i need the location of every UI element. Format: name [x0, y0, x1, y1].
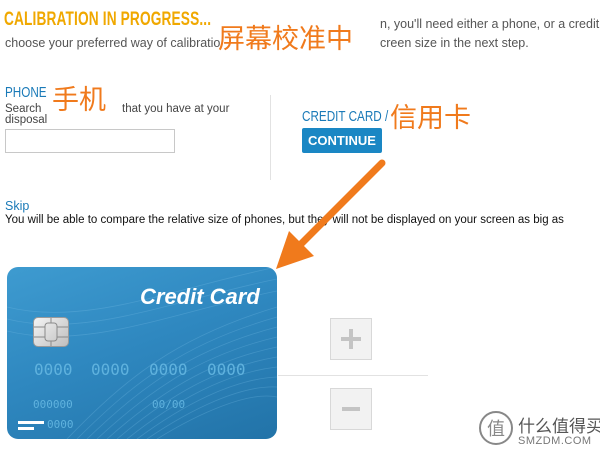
plus-icon — [341, 329, 361, 349]
phone-search-input[interactable] — [5, 129, 175, 153]
annotation-phone: 手机 — [52, 85, 106, 115]
annotation-credit-card: 信用卡 — [390, 103, 471, 133]
annotation-calibration: 屏幕校准中 — [218, 24, 353, 54]
continue-button[interactable]: CONTINUE — [302, 128, 382, 153]
card-number-group: 0000 — [207, 360, 246, 379]
phone-heading: PHONE — [5, 84, 47, 101]
skip-note: You will be able to compare the relative… — [5, 214, 564, 226]
card-title: Credit Card — [140, 284, 260, 309]
watermark-text: 什么值得买 — [518, 417, 600, 436]
credit-card-graphic: Credit Card 0000 0000 0000 0000 000000 0… — [7, 267, 277, 439]
card-tail-number: 0000 — [47, 418, 74, 431]
watermark-logo-icon: 值 — [479, 411, 513, 445]
section-divider — [270, 95, 271, 180]
phone-instruction-cont: disposal — [5, 114, 48, 126]
zoom-in-button[interactable] — [330, 318, 372, 360]
watermark-subtext: SMZDM.COM — [518, 435, 592, 447]
card-number-group: 0000 — [149, 360, 188, 379]
intro-text-line2: choose your preferred way of calibratio — [5, 36, 221, 50]
intro-text-line1: n, you'll need either a phone, or a cred… — [380, 17, 600, 31]
svg-text:值: 值 — [487, 419, 505, 440]
minus-icon — [342, 407, 360, 411]
page-title: CALIBRATION IN PROGRESS... — [4, 9, 212, 30]
phone-instruction: that you have at your — [122, 103, 230, 115]
credit-card-heading: CREDIT CARD / — [302, 108, 389, 125]
watermark: 值 什么值得买 SMZDM.COM — [478, 408, 600, 455]
chip-icon — [33, 317, 69, 347]
card-expiry: 00/00 — [152, 398, 186, 411]
card-stripe-icon — [18, 421, 44, 430]
skip-link[interactable]: Skip — [5, 199, 29, 213]
zoom-divider — [278, 375, 428, 376]
zoom-out-button[interactable] — [330, 388, 372, 430]
card-small-number: 000000 — [33, 398, 73, 411]
intro-text-line2-end: creen size in the next step. — [380, 36, 529, 50]
card-number-group: 0000 — [91, 360, 130, 379]
card-number-group: 0000 — [34, 360, 73, 379]
